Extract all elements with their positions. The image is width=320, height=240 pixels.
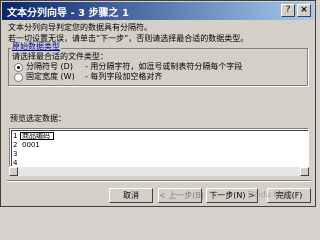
- button-separator: [7, 180, 311, 182]
- data-preview-grid: 1 商品编码 2 0001 3 4: [11, 130, 308, 166]
- radio-delimited-label[interactable]: 分隔符号 (D): [26, 62, 73, 72]
- back-button[interactable]: < 上一步(B): [158, 188, 204, 203]
- close-button[interactable]: ×: [297, 4, 311, 17]
- data-preview-area[interactable]: 1 商品编码 2 0001 3 4: [9, 128, 309, 167]
- text-import-wizard-dialog: 文本分列向导 - 3 步骤之 1 ? × 文本分列向导判定您的数据具有分隔符。 …: [0, 0, 316, 207]
- radio-fixed-width-circle[interactable]: [14, 73, 23, 82]
- title-bar: 文本分列向导 - 3 步骤之 1 ? ×: [2, 2, 314, 20]
- scroll-left-arrow-icon[interactable]: [9, 167, 18, 176]
- preview-horizontal-scrollbar[interactable]: [9, 167, 309, 176]
- file-type-prompt: 请选择最合适的文件类型：: [12, 52, 108, 61]
- row-cell: 商品编码: [22, 132, 50, 140]
- row-number: 1: [13, 132, 18, 140]
- preview-label: 预览选定数据：: [10, 114, 66, 123]
- row-cell: 0001: [22, 141, 40, 149]
- description-line-1: 文本分列向导判定您的数据具有分隔符。: [8, 23, 152, 32]
- help-button[interactable]: ?: [281, 4, 295, 17]
- radio-delimited-circle[interactable]: [14, 63, 23, 72]
- scroll-right-arrow-icon[interactable]: [300, 167, 309, 176]
- baidu-watermark: Baidu 经验: [248, 190, 290, 199]
- window-title: 文本分列向导 - 3 步骤之 1: [7, 8, 129, 19]
- radio-delimited-desc: - 用分隔字符，如逗号或制表符分隔每个字段: [85, 62, 243, 71]
- cancel-button[interactable]: 取消: [109, 188, 153, 203]
- row-number: 4: [13, 159, 18, 167]
- radio-fixed-width-desc: - 每列字段加空格对齐: [85, 72, 163, 81]
- radio-fixed-width-label[interactable]: 固定宽度 (W): [26, 72, 75, 82]
- row-number: 3: [13, 150, 18, 158]
- row-number: 2: [13, 141, 18, 149]
- original-data-type-label: 原始数据类型: [11, 42, 61, 52]
